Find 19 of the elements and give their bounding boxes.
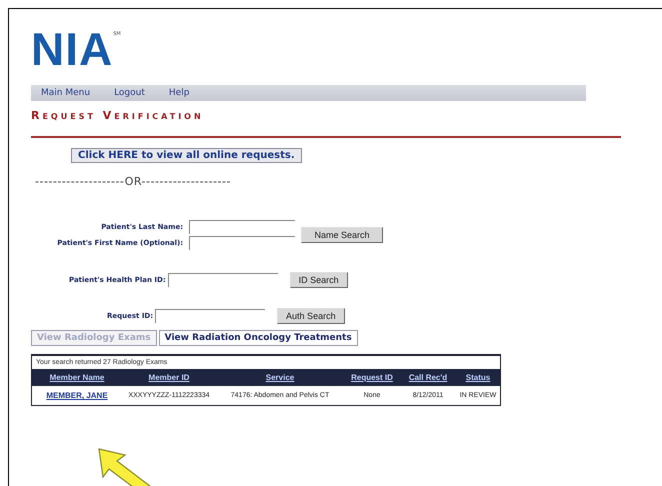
page-title: Request Verification <box>31 109 204 122</box>
menu-link[interactable]: Logout <box>114 88 145 98</box>
column-header-link[interactable]: Member Name <box>50 373 104 382</box>
id-search-button[interactable]: ID Search <box>290 272 348 288</box>
column-header-link[interactable]: Status <box>466 373 490 382</box>
menu-link[interactable]: Help <box>168 88 190 98</box>
tab[interactable]: View Radiation Oncology Treatments <box>158 330 358 346</box>
view-all-requests-button[interactable]: Click HERE to view all online requests. <box>71 148 302 163</box>
or-separator: --------------------OR-------------------- <box>35 175 231 188</box>
logo: NIA$^{SM}$ <box>31 29 121 69</box>
member-name-link[interactable]: MEMBER, JANE <box>46 391 108 400</box>
column-header-link[interactable]: Call Rec'd <box>408 373 448 382</box>
column-header-link[interactable]: Member ID <box>148 373 190 382</box>
name-search-button[interactable]: Name Search <box>301 227 383 243</box>
column-header-link[interactable]: Service <box>266 373 294 382</box>
column-header-link[interactable]: Request ID <box>351 373 393 382</box>
menu-link[interactable]: Main Menu <box>41 88 90 98</box>
input-field[interactable] <box>189 220 295 234</box>
auth-search-button[interactable]: Auth Search <box>277 308 345 324</box>
